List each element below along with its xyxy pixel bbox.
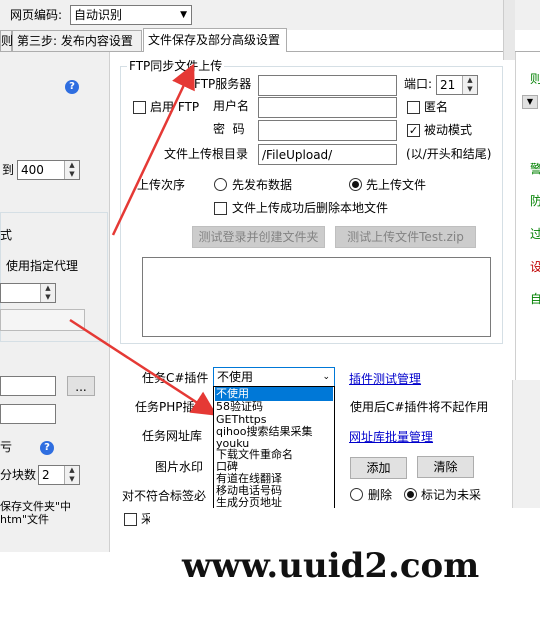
dropdown-option[interactable]: 不使用 (215, 387, 333, 401)
red-arrow-to-tab (111, 63, 195, 236)
watermark-banner: www.uuid2.com (150, 508, 540, 621)
dropdown-option[interactable]: 58验证码 (215, 400, 333, 414)
watermark-text: www.uuid2.com (182, 546, 480, 586)
red-arrow-to-dropdown (69, 318, 218, 416)
csharp-plugin-dropdown[interactable]: 不使用 58验证码 GEThttps qihoo搜索结果采集 youku 下载文… (213, 386, 335, 510)
tab-file-save-advanced[interactable]: 文件保存及部分高级设置 (143, 28, 287, 52)
